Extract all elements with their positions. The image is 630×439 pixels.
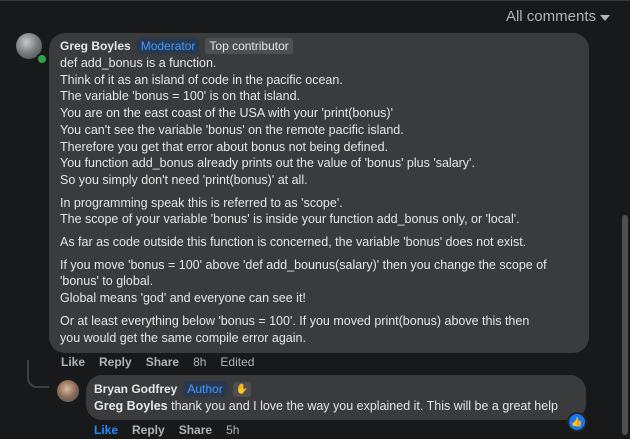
comment-paragraph: In programming speak this is referred to… <box>60 195 585 228</box>
reply-avatar[interactable] <box>57 380 79 402</box>
comment-line: You are on the east coast of the USA wit… <box>60 106 393 121</box>
chevron-down-icon <box>600 14 610 21</box>
reply-timestamp[interactable]: 5h <box>226 423 239 437</box>
comment-paragraph: As far as code outside this function is … <box>60 234 585 251</box>
top-contributor-badge: Top contributor <box>205 38 293 54</box>
comment-line: The variable 'bonus = 100' is on that is… <box>60 89 300 104</box>
comment-line: Therefore you get that error about bonus… <box>60 139 389 154</box>
reply-body: Greg Boyles thank you and I love the way… <box>94 399 584 413</box>
comments-header: All comments <box>0 0 630 33</box>
reply-thread-connector <box>27 360 49 388</box>
comment-line: The scope of your variable 'bonus' is in… <box>60 212 520 227</box>
scrollbar[interactable] <box>622 215 628 435</box>
comment-line: you would get the same compile error aga… <box>60 330 306 345</box>
comment-author-name[interactable]: Greg Boyles <box>60 39 131 53</box>
comment-paragraph: If you move 'bonus = 100' above 'def add… <box>60 257 585 307</box>
comment-line: You function add_bonus already prints ou… <box>60 156 475 171</box>
reply-author-name[interactable]: Bryan Godfrey <box>94 382 177 396</box>
reply-actions: Like Reply Share 5h <box>94 423 239 437</box>
comment-line: As far as code outside this function is … <box>60 235 527 250</box>
comment-line: If you move 'bonus = 100' above 'def add… <box>60 257 547 272</box>
all-comments-label: All comments <box>505 8 596 25</box>
wave-icon: ✋ <box>232 381 251 397</box>
edited-label[interactable]: Edited <box>220 355 254 369</box>
author-badge: Author <box>183 381 227 397</box>
comment-timestamp[interactable]: 8h <box>193 355 206 369</box>
like-button[interactable]: Like <box>61 355 85 369</box>
comment-line: Think of it as an island of code in the … <box>60 72 343 87</box>
share-button[interactable]: Share <box>146 355 179 369</box>
comment-line: Or at least everything below 'bonus = 10… <box>60 313 530 328</box>
reply-button[interactable]: Reply <box>99 355 132 369</box>
comment-line: So you simply don't need 'print(bonus)' … <box>60 172 308 187</box>
comment-line: 'bonus' to global. <box>60 274 154 289</box>
comment-header: Greg Boyles Moderator Top contributor <box>60 38 293 54</box>
like-reaction-icon[interactable]: 👍 <box>567 412 587 432</box>
comment-line: Global means 'god' and everyone can see … <box>60 291 306 306</box>
comment-line: In programming speak this is referred to… <box>60 195 343 210</box>
comment-line: You can't see the variable 'bonus' on th… <box>60 122 404 137</box>
mention-link[interactable]: Greg Boyles <box>94 399 168 413</box>
comment-line: def add_bonus is a function. <box>60 56 217 70</box>
comment-actions: Like Reply Share 8h Edited <box>61 355 254 369</box>
comment-body: def add_bonus is a function. Think of it… <box>60 55 585 352</box>
comment-paragraph: Or at least everything below 'bonus = 10… <box>60 313 585 346</box>
reply-share-button[interactable]: Share <box>179 423 212 437</box>
moderator-badge: Moderator <box>136 38 200 54</box>
all-comments-dropdown[interactable]: All comments <box>506 8 610 25</box>
online-status-icon <box>36 53 48 65</box>
reply-header: Bryan Godfrey Author ✋ <box>94 381 251 397</box>
comment-paragraph: def add_bonus is a function. Think of it… <box>60 55 585 189</box>
reply-text: thank you and I love the way you explain… <box>167 399 558 413</box>
reply-reply-button[interactable]: Reply <box>132 423 165 437</box>
reply-like-button[interactable]: Like <box>94 423 118 437</box>
